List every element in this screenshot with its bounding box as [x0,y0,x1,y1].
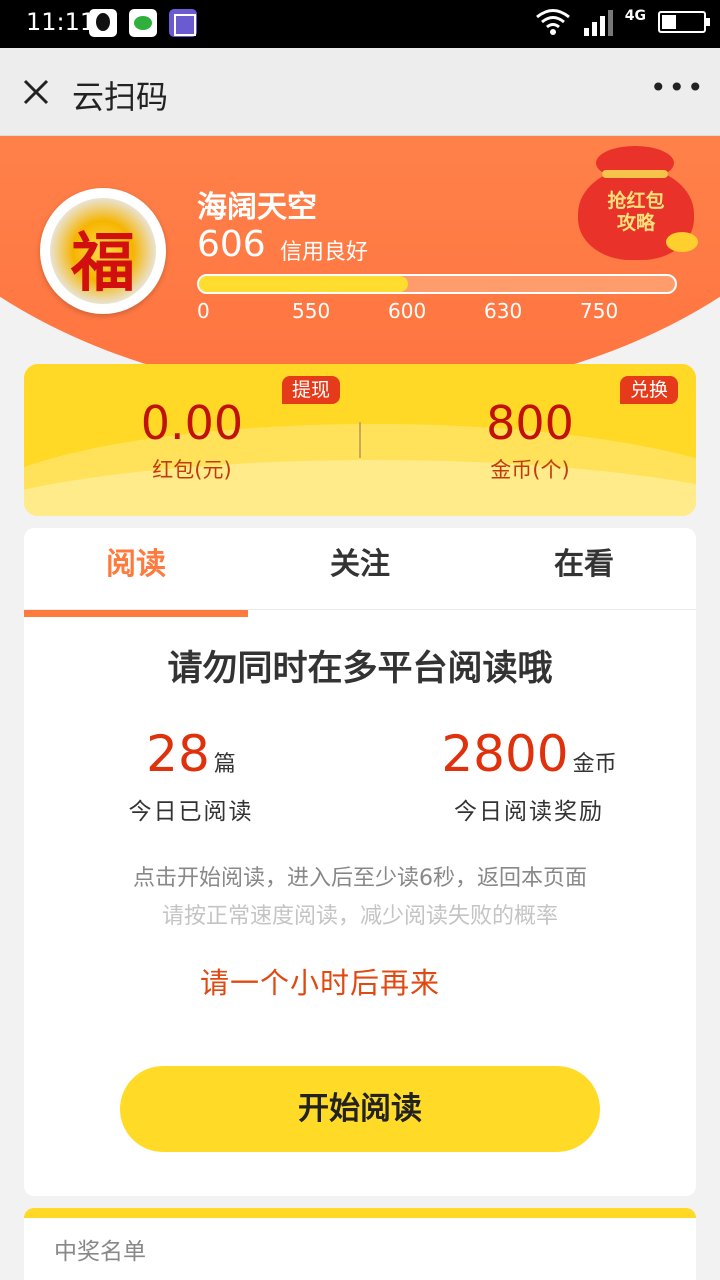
winners-list: 中奖名单 [24,1208,696,1280]
today-read-stat: 28 篇 今日已阅读 [41,724,341,826]
task-tabs: 阅读 关注 在看 [24,528,696,617]
status-time: 11:11 [26,8,96,36]
scale-tick: 630 [484,299,523,323]
wifi-icon [535,9,570,35]
tab-watching[interactable]: 在看 [472,528,696,609]
redpacket-balance: 0.00 红包(元) [92,396,292,484]
tab-follow[interactable]: 关注 [248,528,472,609]
red-envelope-strategy-label: 抢红包 攻略 [607,190,665,234]
reading-card: 阅读 关注 在看 请勿同时在多平台阅读哦 28 篇 今日已阅读 2800 金币 今日… [24,528,696,1196]
coins-value: 800 [486,396,574,450]
tab-read[interactable]: 阅读 [24,528,248,617]
avatar[interactable]: 福 [40,188,166,314]
avatar-image: 福 [71,227,135,301]
redpacket-value: 0.00 [140,396,244,450]
reading-instruction: 点击开始阅读，进入后至少读6秒，返回本页面 [133,866,587,891]
today-reward-value: 2800 [441,725,569,783]
gold-ingot-icon [666,232,698,252]
scale-tick: 750 [580,299,619,323]
today-read-count: 28 [146,725,210,783]
wechat-notification-icon [129,9,157,37]
signal-icon [583,10,613,36]
redpacket-label: 红包(元) [152,458,232,482]
today-read-label: 今日已阅读 [128,799,254,825]
today-reward-label: 今日阅读奖励 [454,799,604,825]
today-reward-unit: 金币 [572,752,617,777]
top-nav-bar: 云扫码 ••• [0,48,720,136]
coins-label: 金币(个) [490,458,570,482]
credit-status: 信用良好 [280,240,369,265]
credit-progress-bar [197,274,677,294]
username: 海阔天空 [197,190,317,225]
qq-notification-icon [89,9,117,37]
winners-title: 中奖名单 [54,1239,146,1265]
reading-speed-tip: 请按正常速度阅读，减少阅读失败的概率 [161,904,558,929]
credit-scale: 0 550 600 630 750 [197,299,637,323]
page-title: 云扫码 [72,78,169,116]
today-read-unit: 篇 [213,752,236,777]
cooldown-message: 请一个小时后再来 [200,966,441,1000]
more-options-icon[interactable]: ••• [650,74,704,106]
credit-score: 606 [197,224,266,265]
scale-tick: 600 [388,299,427,323]
scale-tick: 0 [197,299,210,323]
coins-balance: 800 金币(个) [430,396,630,484]
wallet-card: 提现 兑换 0.00 红包(元) 800 金币(个) [24,364,696,516]
status-indicators: 4G [535,8,710,36]
start-reading-button[interactable]: 开始阅读 [120,1066,600,1152]
close-icon[interactable] [18,74,54,110]
gallery-notification-icon [169,9,197,37]
divider [359,422,361,458]
red-envelope-strategy-button[interactable]: 抢红包 攻略 [576,140,708,268]
today-reward-stat: 2800 金币 今日阅读奖励 [379,724,679,826]
battery-icon [658,11,710,33]
credit-progress-fill [199,276,409,292]
network-type: 4G [624,8,646,24]
multi-platform-warning: 请勿同时在多平台阅读哦 [167,649,553,689]
scale-tick: 550 [292,299,331,323]
status-bar: 11:11 4G [0,0,720,48]
